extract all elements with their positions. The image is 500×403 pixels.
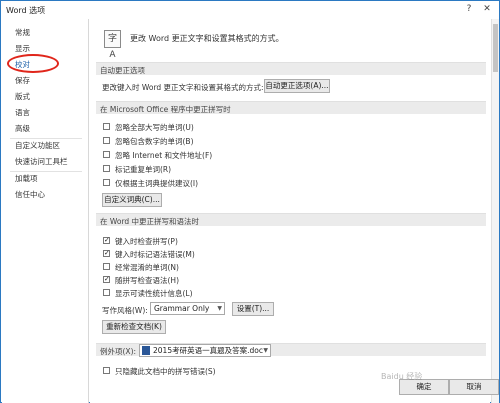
scrollbar[interactable] xyxy=(491,19,499,403)
section-title: 自动更正选项 xyxy=(100,66,145,75)
check-spelling-checkbox[interactable]: ✓ xyxy=(103,237,110,244)
proofing-panel: 字A 更改 Word 更正文字和设置其格式的方式。 自动更正选项 更改键入时 W… xyxy=(90,19,490,403)
exceptions-document-select[interactable]: 2015考研英语一真题及答案.doc ▼ xyxy=(139,344,271,357)
chevron-down-icon: ▼ xyxy=(217,305,222,312)
help-button[interactable]: ? xyxy=(461,3,477,16)
section-office-spelling: 在 Microsoft Office 程序中更正拼写时 xyxy=(96,101,486,114)
autocorrect-options-button[interactable]: 自动更正选项(A)... xyxy=(264,79,330,93)
exceptions-document-value: 2015考研英语一真题及答案.doc xyxy=(153,346,263,355)
sidebar: 常规 显示 校对 保存 版式 语言 高级 自定义功能区 快速访问工具栏 加载项 … xyxy=(2,19,89,403)
checkbox-label: 键入时检查拼写(P) xyxy=(115,237,178,246)
checkbox-label: 显示可读性统计信息(L) xyxy=(115,289,193,298)
word-document-icon xyxy=(142,346,150,355)
ignore-uppercase-checkbox[interactable] xyxy=(103,123,110,130)
sidebar-item-trust-center[interactable]: 信任中心 xyxy=(15,189,45,201)
watermark: Baidu 经验 xyxy=(381,372,423,381)
section-autocorrect: 自动更正选项 xyxy=(96,62,486,75)
sidebar-item-quick-access-toolbar[interactable]: 快速访问工具栏 xyxy=(15,156,68,168)
sidebar-item-general[interactable]: 常规 xyxy=(15,27,30,39)
sidebar-item-layout[interactable]: 版式 xyxy=(15,91,30,103)
sidebar-divider xyxy=(10,171,82,172)
section-word-spelling: 在 Word 中更正拼写和语法时 xyxy=(96,213,486,226)
checkbox-label: 忽略 Internet 和文件地址(F) xyxy=(115,151,213,160)
autocorrect-label: 更改键入时 Word 更正文字和设置其格式的方式: xyxy=(102,83,264,92)
ignore-numbers-checkbox[interactable] xyxy=(103,137,110,144)
grammar-with-spelling-checkbox[interactable]: ✓ xyxy=(103,276,110,283)
mark-grammar-checkbox[interactable]: ✓ xyxy=(103,250,110,257)
close-button[interactable]: ✕ xyxy=(479,3,495,16)
writing-style-select[interactable]: Grammar Only ▼ xyxy=(150,302,225,315)
checkbox-label: 键入时标记语法错误(M) xyxy=(115,250,195,259)
highlight-ellipse xyxy=(7,54,59,73)
settings-button[interactable]: 设置(T)... xyxy=(232,302,274,316)
checkbox-label: 仅根据主词典提供建议(I) xyxy=(115,179,199,188)
section-title: 例外项(X): xyxy=(100,347,137,356)
ignore-internet-checkbox[interactable] xyxy=(103,151,110,158)
sidebar-item-language[interactable]: 语言 xyxy=(15,107,30,119)
checkbox-label: 忽略包含数字的单词(B) xyxy=(115,137,194,146)
section-title: 在 Microsoft Office 程序中更正拼写时 xyxy=(100,105,231,114)
checkbox-label: 经常混淆的单词(N) xyxy=(115,263,179,272)
checkbox-label: 标记重复单词(R) xyxy=(115,165,172,174)
readability-stats-checkbox[interactable] xyxy=(103,289,110,296)
hide-spelling-errors-checkbox[interactable] xyxy=(103,367,110,374)
word-options-dialog: Word 选项 ? ✕ 常规 显示 校对 保存 版式 语言 高级 自定义功能区 … xyxy=(0,0,500,403)
cancel-button[interactable]: 取消 xyxy=(449,379,499,395)
writing-style-value: Grammar Only xyxy=(154,304,210,313)
proofing-icon: 字A xyxy=(104,30,121,60)
scrollbar-thumb[interactable] xyxy=(493,24,498,72)
checkbox-label: 忽略全部大写的单词(U) xyxy=(115,123,194,132)
checkbox-label: 只隐藏此文档中的拼写错误(S) xyxy=(115,367,216,376)
recheck-document-button[interactable]: 重新检查文档(K) xyxy=(102,320,166,334)
sidebar-item-save[interactable]: 保存 xyxy=(15,75,30,87)
chevron-down-icon: ▼ xyxy=(263,347,268,354)
flag-repeated-checkbox[interactable] xyxy=(103,165,110,172)
section-title: 在 Word 中更正拼写和语法时 xyxy=(100,217,200,226)
main-dictionary-checkbox[interactable] xyxy=(103,179,110,186)
checkbox-label: 随拼写检查语法(H) xyxy=(115,276,179,285)
confused-words-checkbox[interactable] xyxy=(103,263,110,270)
writing-style-label: 写作风格(W): xyxy=(102,306,148,315)
title-bar: Word 选项 ? ✕ xyxy=(1,1,499,19)
sidebar-divider xyxy=(10,138,82,139)
panel-description: 更改 Word 更正文字和设置其格式的方式。 xyxy=(130,34,284,43)
window-title: Word 选项 xyxy=(6,6,46,15)
sidebar-item-advanced[interactable]: 高级 xyxy=(15,123,30,135)
sidebar-item-add-ins[interactable]: 加载项 xyxy=(15,173,38,185)
custom-dictionaries-button[interactable]: 自定义词典(C)... xyxy=(102,193,162,207)
sidebar-item-customize-ribbon[interactable]: 自定义功能区 xyxy=(15,140,60,152)
